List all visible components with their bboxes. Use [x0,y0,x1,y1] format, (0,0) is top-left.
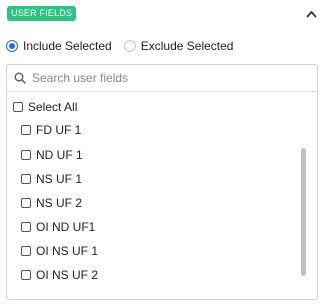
list-item-label: NS UF 1 [36,172,83,186]
list-item-checkbox[interactable] [21,246,31,256]
search-box [7,65,317,92]
list-item-checkbox[interactable] [21,125,31,135]
user-fields-list[interactable]: Select All FD UF 1 ND UF 1 NS UF 1 NS UF… [7,92,317,298]
user-fields-badge: USER FIELDS [7,6,77,21]
list-item-label: OI NS UF 1 [36,244,99,258]
list-item-label: FD UF 1 [36,123,82,137]
list-item-checkbox[interactable] [21,198,31,208]
list-item-checkbox[interactable] [21,174,31,184]
select-all-checkbox[interactable] [13,102,23,112]
select-all-label: Select All [28,100,78,114]
list-item-label: OI NS UF 2 [36,268,99,282]
list-scrollbar[interactable] [301,148,306,276]
include-selected-option[interactable]: Include Selected [6,39,112,53]
exclude-selected-label: Exclude Selected [140,39,234,53]
selection-mode-group: Include Selected Exclude Selected [6,38,233,54]
list-item-label: ND UF 1 [36,148,83,162]
exclude-selected-radio[interactable] [123,40,136,52]
include-selected-radio[interactable] [6,40,18,52]
chevron-up-icon[interactable] [306,10,317,18]
list-item-checkbox[interactable] [21,270,31,280]
user-fields-panel: Select All FD UF 1 ND UF 1 NS UF 1 NS UF… [6,64,318,300]
search-input[interactable] [32,71,292,85]
list-item-checkbox[interactable] [21,150,31,160]
list-item[interactable]: NS UF 2 [21,195,82,211]
list-item[interactable]: ND UF 1 [21,147,83,163]
list-item[interactable]: NS UF 1 [21,171,82,187]
list-item[interactable]: FD UF 1 [21,122,81,138]
list-item-label: NS UF 2 [36,196,83,210]
list-item-label: OI ND UF1 [36,220,96,234]
search-icon [14,72,26,84]
select-all-item[interactable]: Select All [13,99,77,115]
list-item[interactable]: OI NS UF 1 [21,243,98,259]
list-item-checkbox[interactable] [21,222,31,232]
exclude-selected-option[interactable]: Exclude Selected [123,39,234,53]
list-item[interactable]: OI ND UF1 [21,219,95,235]
list-item[interactable]: OI NS UF 2 [21,267,98,283]
include-selected-label: Include Selected [23,39,112,53]
